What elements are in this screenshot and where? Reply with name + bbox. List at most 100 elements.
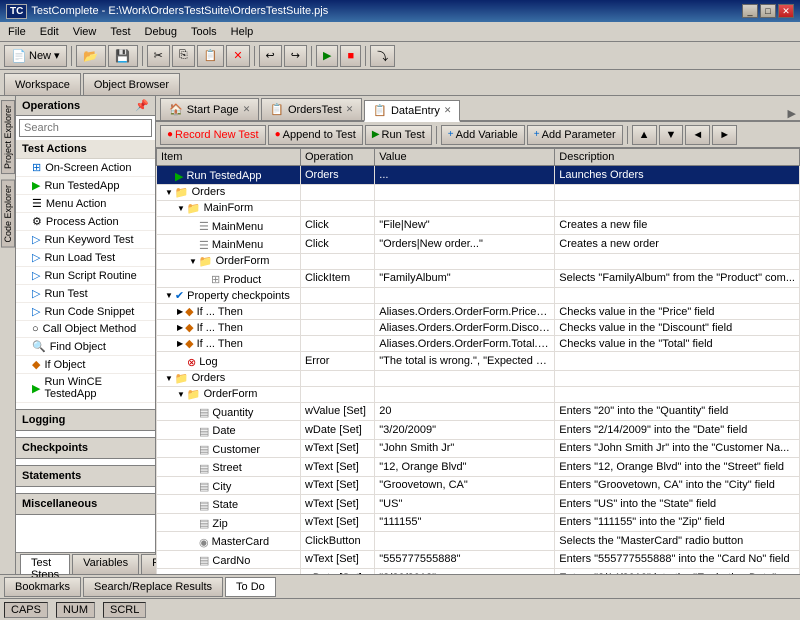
move-right-button[interactable]: ► <box>712 125 737 145</box>
copy-button[interactable]: ⎘ <box>172 45 195 67</box>
table-row[interactable]: ▤StatewText [Set]"US"Enters "US" into th… <box>157 495 800 514</box>
sidebar-item-call-object[interactable]: ○ Call Object Method <box>16 321 155 338</box>
record-button[interactable]: ● Record New Test <box>160 125 266 145</box>
sidebar-item-find-object[interactable]: 🔍 Find Object <box>16 338 155 356</box>
tab-bookmarks[interactable]: Bookmarks <box>4 577 81 597</box>
table-row[interactable]: ▼📁OrderForm <box>157 253 800 269</box>
tab-workspace[interactable]: Workspace <box>4 73 81 95</box>
sidebar-item-on-screen-action[interactable]: ⊞ On-Screen Action <box>16 159 155 177</box>
maximize-button[interactable]: □ <box>760 4 776 18</box>
new-button[interactable]: 📄New ▾ <box>4 45 67 67</box>
table-row[interactable]: ▶Run TestedAppOrders...Launches Orders <box>157 166 800 185</box>
stop-button[interactable]: ■ <box>340 45 361 67</box>
move-down-button[interactable]: ▼ <box>659 125 684 145</box>
sidebar-pin-icon[interactable]: 📌 <box>135 99 149 112</box>
table-row[interactable]: ▤StreetwText [Set]"12, Orange Blvd"Enter… <box>157 458 800 477</box>
table-row[interactable]: ▼✔Property checkpoints <box>157 288 800 304</box>
step-button[interactable]: ⤵ <box>370 45 395 67</box>
table-row[interactable]: ▤DatewDate [Set]"3/20/2009"Enters "2/14/… <box>157 421 800 440</box>
table-row[interactable]: ▶◆If ... ThenAliases.Orders.OrderForm.Pr… <box>157 304 800 320</box>
sidebar-item-run-keyword[interactable]: ▷ Run Keyword Test <box>16 231 155 249</box>
sidebar-item-process-action[interactable]: ⚙ Process Action <box>16 213 155 231</box>
tab-search-replace[interactable]: Search/Replace Results <box>83 577 223 597</box>
run-button[interactable]: ▶ <box>316 45 338 67</box>
minimize-button[interactable]: _ <box>742 4 758 18</box>
table-cell-operation <box>300 200 374 216</box>
add-variable-button[interactable]: + Add Variable <box>441 125 525 145</box>
tab-data-entry-close[interactable]: ✕ <box>444 105 452 116</box>
table-cell-operation: ClickButton <box>300 532 374 551</box>
table-row[interactable]: ▤CustomerwText [Set]"John Smith Jr"Enter… <box>157 439 800 458</box>
table-row[interactable]: ⊞ProductClickItem"FamilyAlbum"Selects "F… <box>157 269 800 288</box>
move-left-button[interactable]: ◄ <box>685 125 710 145</box>
tab-test-steps[interactable]: Test Steps <box>20 554 70 574</box>
undo-button[interactable]: ↩ <box>259 45 282 67</box>
search-input[interactable] <box>19 119 152 137</box>
tab-start-page[interactable]: 🏠 Start Page ✕ <box>160 98 259 120</box>
tab-scroll-right[interactable]: ▶ <box>788 107 796 120</box>
table-row[interactable]: ▤CardNowText [Set]"555777555888"Enters "… <box>157 550 800 569</box>
close-button[interactable]: ✕ <box>778 4 794 18</box>
table-row[interactable]: ▤CitywText [Set]"Groovetown, CA"Enters "… <box>157 476 800 495</box>
sidebar-item-if-object[interactable]: ◆ If Object <box>16 356 155 374</box>
sidebar-item-run-wince[interactable]: ▶ Run WinCE TestedApp <box>16 374 155 403</box>
table-row[interactable]: ☰MainMenuClick"File|New"Creates a new fi… <box>157 216 800 235</box>
table-cell-description: Enters "12, Orange Blvd" into the "Stree… <box>555 458 800 477</box>
code-explorer-tab[interactable]: Code Explorer <box>1 180 15 248</box>
table-row[interactable]: ▶◆If ... ThenAliases.Orders.OrderForm.To… <box>157 336 800 352</box>
sidebar-bottom-tabs: Test Steps Variables Parameters <box>16 552 155 574</box>
table-row[interactable]: ▼📁MainForm <box>157 200 800 216</box>
status-bar: CAPS NUM SCRL <box>0 598 800 620</box>
tab-variables[interactable]: Variables <box>72 554 139 574</box>
menu-file[interactable]: File <box>2 24 32 40</box>
tab-orders-test[interactable]: 📋 OrdersTest ✕ <box>261 98 362 120</box>
op-sep-1 <box>436 126 437 144</box>
table-cell-operation <box>300 304 374 320</box>
sidebar-item-run-code[interactable]: ▷ Run Code Snippet <box>16 303 155 321</box>
sidebar-item-run-load[interactable]: ▷ Run Load Test <box>16 249 155 267</box>
paste-button[interactable]: 📋 <box>197 45 225 67</box>
tab-object-browser[interactable]: Object Browser <box>83 73 180 95</box>
table-row[interactable]: ▤ExpirationDatewDate [Set]"3/20/2012"Ent… <box>157 569 800 575</box>
sidebar-item-menu-action[interactable]: ☰ Menu Action <box>16 195 155 213</box>
add-parameter-button[interactable]: + Add Parameter <box>527 125 623 145</box>
table-row[interactable]: ◉MasterCardClickButtonSelects the "Maste… <box>157 532 800 551</box>
table-row[interactable]: ▼📁OrderForm <box>157 386 800 402</box>
tab-orders-test-close[interactable]: ✕ <box>346 104 354 115</box>
keyword-icon: ▷ <box>32 233 40 246</box>
table-row[interactable]: ☰MainMenuClick"Orders|New order..."Creat… <box>157 235 800 254</box>
table-cell-operation <box>300 184 374 200</box>
table-row[interactable]: ▼📁Orders <box>157 184 800 200</box>
save-button[interactable]: 💾 <box>108 45 138 67</box>
table-row[interactable]: ▤ZipwText [Set]"111155"Enters "111155" i… <box>157 513 800 532</box>
sidebar-item-run-test[interactable]: ▷ Run Test <box>16 285 155 303</box>
tab-todo[interactable]: To Do <box>225 577 276 597</box>
sidebar-item-run-tested-app[interactable]: ▶ Run TestedApp <box>16 177 155 195</box>
menu-view[interactable]: View <box>67 24 103 40</box>
append-button[interactable]: ● Append to Test <box>268 125 363 145</box>
menu-debug[interactable]: Debug <box>139 24 183 40</box>
redo-button[interactable]: ↪ <box>284 45 307 67</box>
table-row[interactable]: ⊗LogError"The total is wrong.", "Expecte… <box>157 352 800 371</box>
table-row[interactable]: ▤QuantitywValue [Set]20Enters "20" into … <box>157 402 800 421</box>
tab-data-entry[interactable]: 📋 DataEntry ✕ <box>364 100 460 122</box>
table-cell-value: "3/20/2009" <box>375 421 555 440</box>
tab-start-page-close[interactable]: ✕ <box>243 104 251 115</box>
table-row[interactable]: ▶◆If ... ThenAliases.Orders.OrderForm.Di… <box>157 320 800 336</box>
menu-edit[interactable]: Edit <box>34 24 65 40</box>
open-button[interactable]: 📂 <box>76 45 106 67</box>
menu-help[interactable]: Help <box>225 24 260 40</box>
cut-button[interactable]: ✂ <box>147 45 170 67</box>
col-description: Description <box>555 149 800 166</box>
table-cell-operation: Click <box>300 235 374 254</box>
table-row[interactable]: ▼📁Orders <box>157 370 800 386</box>
move-up-button[interactable]: ▲ <box>632 125 657 145</box>
project-explorer-tab[interactable]: Project Explorer <box>1 100 15 174</box>
table-cell-item: ▤CardNo <box>157 550 301 569</box>
delete-button[interactable]: ✕ <box>226 45 249 67</box>
menu-tools[interactable]: Tools <box>185 24 223 40</box>
sidebar-item-run-script[interactable]: ▷ Run Script Routine <box>16 267 155 285</box>
add-var-icon: + <box>448 129 454 140</box>
menu-test[interactable]: Test <box>104 24 136 40</box>
run-test-button[interactable]: ▶ Run Test <box>365 125 432 145</box>
